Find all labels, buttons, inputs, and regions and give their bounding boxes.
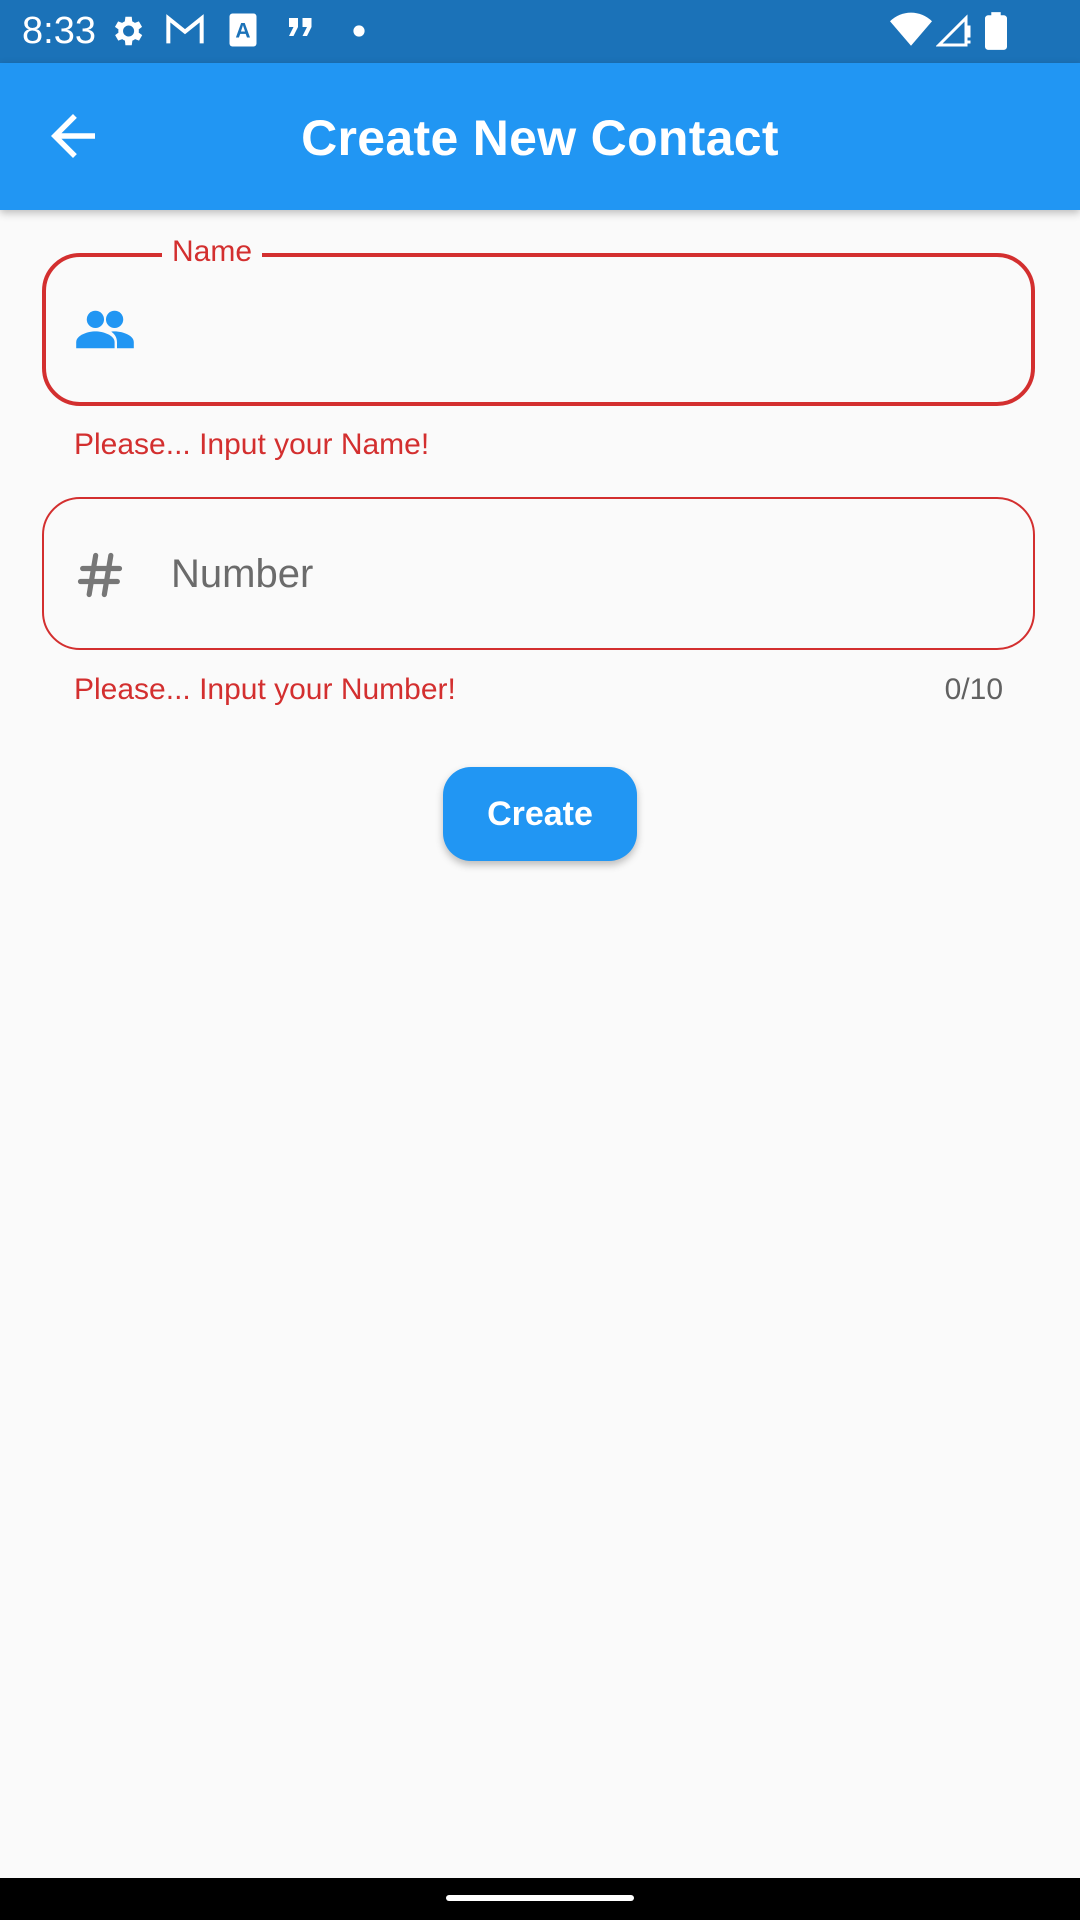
number-input[interactable] [169,499,1003,650]
dot-icon [353,25,365,37]
name-input[interactable] [171,257,1001,404]
battery-icon [985,12,1007,50]
svg-text:A: A [235,20,250,43]
name-field[interactable]: Name [42,235,1035,406]
quote-icon [289,18,312,36]
status-time: 8:33 [22,10,96,52]
people-icon [76,310,134,349]
number-field[interactable] [42,497,1035,650]
wifi-icon [890,12,932,46]
number-error-text: Please... Input your Number! [74,673,456,706]
hash-icon [77,552,123,598]
gmail-icon [166,14,204,44]
app-bar: Create New Contact [0,63,1080,210]
page-title: Create New Contact [301,110,779,166]
create-button[interactable]: Create [443,767,637,861]
navigation-bar [0,1878,1080,1920]
character-counter: 0/10 [944,673,1003,706]
signal-icon [936,14,971,47]
gear-icon [114,16,143,46]
status-bar: 8:33 A [0,0,1080,63]
name-error-text: Please... Input your Name! [74,428,430,461]
a-font-icon: A [229,13,257,47]
home-indicator[interactable] [446,1895,634,1901]
